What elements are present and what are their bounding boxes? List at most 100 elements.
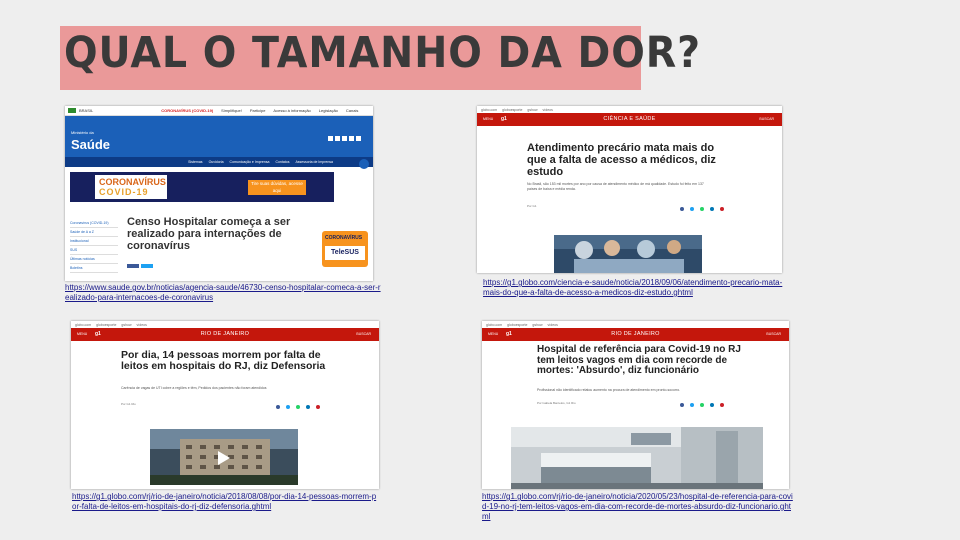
globo-top-bar: globo.com globoesporte gshow vídeos [71, 321, 379, 328]
screenshot-g1-ciencia: globo.com globoesporte gshow vídeos MENU… [477, 106, 782, 273]
section-title[interactable]: CIÊNCIA E SAÚDE [477, 116, 782, 122]
share-whatsapp-icon[interactable] [296, 405, 300, 409]
top-link[interactable]: globo.com [486, 323, 502, 327]
top-link[interactable]: globo.com [481, 108, 497, 112]
top-link[interactable]: globoesporte [502, 108, 522, 112]
share-facebook-icon[interactable] [680, 207, 684, 211]
globo-top-bar: globo.com globoesporte gshow vídeos [482, 321, 789, 328]
top-link[interactable]: globo.com [75, 323, 91, 327]
gov-link[interactable]: Acesso à informação [273, 108, 310, 113]
ministry-label: Ministério da [71, 130, 94, 135]
share-linkedin-icon[interactable] [710, 403, 714, 407]
nav-item[interactable]: Ouvidoria [209, 160, 224, 164]
youtube-icon[interactable] [349, 136, 354, 141]
share-twitter-icon[interactable] [286, 405, 290, 409]
gov-link[interactable]: Simplifique! [221, 108, 242, 113]
share-buttons [680, 403, 724, 407]
nav-item[interactable]: Sistemas [188, 160, 202, 164]
covid-link[interactable]: CORONAVÍRUS (COVID-19) [161, 108, 213, 113]
search-button[interactable]: BUSCAR [759, 117, 774, 121]
source-link-g1-rio-2020[interactable]: https://g1.globo.com/rj/rio-de-janeiro/n… [482, 492, 794, 522]
share-twitter-icon[interactable] [141, 264, 153, 268]
article-headline: Censo Hospitalar começa a ser realizado … [127, 216, 291, 252]
gov-link[interactable]: Legislação [319, 108, 338, 113]
banner-subtitle: COVID-19 [99, 187, 149, 197]
source-link-saude[interactable]: https://www.saude.gov.br/noticias/agenci… [65, 283, 383, 303]
article-subtitle: Profissional não identificado relatou au… [537, 388, 681, 392]
globo-top-bar: globo.com globoesporte gshow vídeos [477, 106, 782, 113]
instagram-icon[interactable] [342, 136, 347, 141]
top-link[interactable]: gshow [527, 108, 537, 112]
gov-link[interactable]: Participe [250, 108, 266, 113]
source-link-g1-ciencia[interactable]: https://g1.globo.com/ciencia-e-saude/not… [483, 278, 785, 298]
share-linkedin-icon[interactable] [306, 405, 310, 409]
article-photo [554, 235, 702, 273]
top-link[interactable]: gshow [532, 323, 542, 327]
article-headline: Hospital de referência para Covid-19 no … [537, 344, 741, 376]
gov-link[interactable]: Canais [346, 108, 358, 113]
article-byline: Por Isabela Barcelos, G1 Rio [537, 401, 576, 405]
article-byline: Por G1 [527, 204, 537, 208]
banner-cta[interactable]: Tire suas dúvidas, acesse aqui [248, 180, 306, 195]
facebook-icon[interactable] [328, 136, 333, 141]
linkedin-icon[interactable] [356, 136, 361, 141]
twitter-icon[interactable] [335, 136, 340, 141]
share-twitter-icon[interactable] [690, 403, 694, 407]
article-headline: Por dia, 14 pessoas morrem por falta de … [121, 349, 326, 372]
top-link[interactable]: globoesporte [96, 323, 116, 327]
share-twitter-icon[interactable] [690, 207, 694, 211]
share-linkedin-icon[interactable] [710, 207, 714, 211]
gov-bar: BRASIL CORONAVÍRUS (COVID-19) Simplifiqu… [65, 106, 373, 116]
sidebar-item[interactable]: Coronavírus (COVID-19) [70, 219, 118, 228]
section-title[interactable]: RIO DE JANEIRO [71, 331, 379, 337]
section-title[interactable]: RIO DE JANEIRO [482, 331, 789, 337]
sidebar-item[interactable]: Boletins [70, 264, 118, 273]
search-button[interactable]: BUSCAR [766, 332, 781, 336]
sidebar-item[interactable]: Saúde de A a Z [70, 228, 118, 237]
article-photo [511, 427, 763, 489]
share-pinterest-icon[interactable] [720, 207, 724, 211]
banner-title: CORONAVÍRUS [99, 177, 166, 187]
top-link[interactable]: gshow [121, 323, 131, 327]
sidebar-menu: Coronavírus (COVID-19) Saúde de A a Z In… [70, 219, 118, 273]
share-buttons [127, 264, 153, 268]
share-pinterest-icon[interactable] [316, 405, 320, 409]
site-logo[interactable]: Saúde [71, 137, 110, 152]
g1-header: MENU g1 RIO DE JANEIRO BUSCAR [482, 328, 789, 341]
share-facebook-icon[interactable] [127, 264, 139, 268]
share-pinterest-icon[interactable] [720, 403, 724, 407]
screenshot-g1-rio-2020: globo.com globoesporte gshow vídeos MENU… [482, 321, 789, 489]
telesus-title: CORONAVÍRUS [325, 235, 363, 241]
telesus-badge[interactable]: CORONAVÍRUS TeleSUS [322, 231, 368, 267]
source-link-g1-rio-2018[interactable]: https://g1.globo.com/rj/rio-de-janeiro/n… [72, 492, 380, 512]
sidebar-item[interactable]: Institucional [70, 237, 118, 246]
share-whatsapp-icon[interactable] [700, 403, 704, 407]
search-button[interactable]: BUSCAR [356, 332, 371, 336]
article-byline: Por G1 Rio [121, 402, 136, 406]
share-facebook-icon[interactable] [680, 403, 684, 407]
chat-icon[interactable] [359, 159, 369, 169]
share-buttons [276, 405, 320, 409]
top-link[interactable]: globoesporte [507, 323, 527, 327]
sidebar-item[interactable]: SUS [70, 246, 118, 255]
nav-item[interactable]: Comunicação e Imprensa [230, 160, 270, 164]
top-link[interactable]: vídeos [548, 323, 558, 327]
brazil-flag-icon [68, 108, 76, 113]
share-facebook-icon[interactable] [276, 405, 280, 409]
g1-header: MENU g1 CIÊNCIA E SAÚDE BUSCAR [477, 113, 782, 126]
top-link[interactable]: vídeos [137, 323, 147, 327]
covid-banner[interactable]: CORONAVÍRUS COVID-19 Tire suas dúvidas, … [70, 172, 334, 202]
nav-item[interactable]: Contatos [275, 160, 289, 164]
slide-title-box: QUAL O TAMANHO DA DOR? [60, 26, 700, 90]
telesus-logo: TeleSUS [325, 246, 365, 260]
nav-item[interactable]: Assessoria de Imprensa [295, 160, 333, 164]
share-whatsapp-icon[interactable] [700, 207, 704, 211]
sidebar-item[interactable]: Últimas notícias [70, 255, 118, 264]
article-video[interactable] [150, 429, 298, 485]
top-link[interactable]: vídeos [543, 108, 553, 112]
share-buttons [680, 207, 724, 211]
slide-title: QUAL O TAMANHO DA DOR? [64, 28, 702, 78]
article-headline: Atendimento precário mata mais do que a … [527, 142, 716, 178]
covid-banner-logo: CORONAVÍRUS COVID-19 [95, 175, 167, 199]
screenshot-saude: BRASIL CORONAVÍRUS (COVID-19) Simplifiqu… [65, 106, 373, 281]
